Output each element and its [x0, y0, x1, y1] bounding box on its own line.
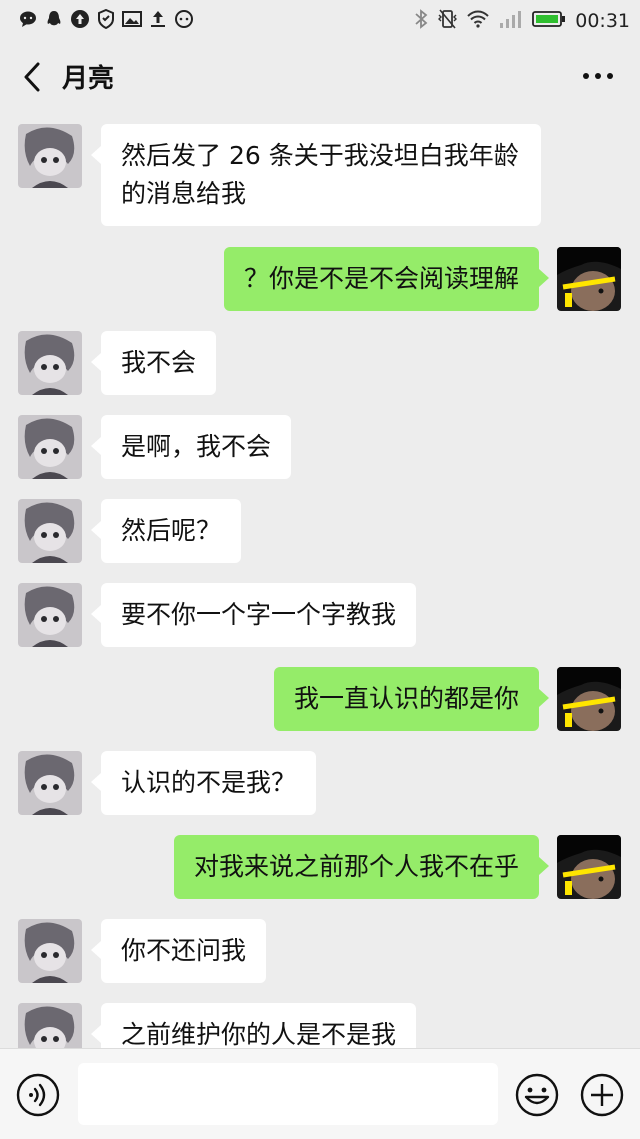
signal-icon — [499, 9, 523, 33]
status-time: 00:31 — [575, 10, 630, 32]
message-bubble-received[interactable]: 认识的不是我？ — [90, 751, 317, 815]
upload-circle-icon — [70, 9, 90, 29]
chevron-left-icon — [24, 62, 40, 92]
chat-title: 月亮 — [62, 64, 115, 94]
message-text: 你不还问我 — [121, 936, 247, 965]
chat-bubble-icon — [18, 9, 38, 29]
contact-avatar[interactable] — [18, 751, 82, 815]
contact-avatar[interactable] — [18, 331, 82, 395]
voice-button[interactable] — [16, 1073, 60, 1117]
message-row: 你不还问我 — [0, 919, 640, 985]
message-text: 然后呢？ — [121, 516, 222, 545]
message-input[interactable] — [78, 1063, 498, 1125]
message-list[interactable]: 然后发了 26 条关于我没坦白我年龄的消息给我 ？你是不是不会阅读理解 我不会 … — [0, 112, 640, 1048]
message-row: ？你是不是不会阅读理解 — [0, 247, 640, 313]
message-text: 我不会 — [121, 348, 197, 377]
shield-icon — [96, 9, 116, 29]
contact-avatar[interactable] — [18, 583, 82, 647]
voice-icon — [16, 1073, 60, 1117]
message-row: 我不会 — [0, 331, 640, 397]
contact-avatar[interactable] — [18, 499, 82, 563]
message-row: 然后发了 26 条关于我没坦白我年龄的消息给我 — [0, 124, 640, 228]
message-bubble-sent[interactable]: 对我来说之前那个人我不在乎 — [173, 835, 550, 899]
message-bubble-received[interactable]: 是啊，我不会 — [90, 415, 292, 479]
message-row: 要不你一个字一个字教我 — [0, 583, 640, 649]
message-text: 认识的不是我？ — [121, 768, 297, 797]
message-text: 对我来说之前那个人我不在乎 — [193, 852, 519, 881]
emoji-icon — [515, 1073, 559, 1117]
contact-avatar[interactable] — [18, 415, 82, 479]
my-avatar[interactable] — [557, 667, 621, 731]
message-row: 对我来说之前那个人我不在乎 — [0, 835, 640, 901]
notification-icons — [18, 9, 194, 29]
message-bubble-received[interactable]: 然后呢？ — [90, 499, 242, 563]
more-button[interactable] — [578, 58, 618, 94]
vibrate-icon — [437, 8, 458, 34]
battery-icon — [532, 10, 566, 32]
chat-header: 月亮 — [0, 40, 640, 112]
message-text: 要不你一个字一个字教我 — [121, 600, 397, 629]
my-avatar[interactable] — [557, 835, 621, 899]
message-text: 是啊，我不会 — [121, 432, 272, 461]
message-text: 我一直认识的都是你 — [293, 684, 519, 713]
bluetooth-icon — [414, 8, 428, 34]
message-row: 然后呢？ — [0, 499, 640, 565]
message-bubble-sent[interactable]: 我一直认识的都是你 — [273, 667, 550, 731]
contact-avatar[interactable] — [18, 1003, 82, 1048]
contact-avatar[interactable] — [18, 919, 82, 983]
message-bubble-received[interactable]: 你不还问我 — [90, 919, 267, 983]
qq-icon — [44, 9, 64, 29]
message-row: 之前维护你的人是不是我 — [0, 1003, 640, 1048]
message-row: 认识的不是我？ — [0, 751, 640, 817]
message-text: 然后发了 26 条关于我没坦白我年龄的消息给我 — [121, 141, 519, 208]
message-row: 我一直认识的都是你 — [0, 667, 640, 733]
message-text: ？你是不是不会阅读理解 — [243, 264, 519, 293]
system-icons: 00:31 — [414, 8, 630, 34]
ring-icon — [174, 9, 194, 29]
status-bar: 00:31 — [0, 0, 640, 40]
message-bubble-sent[interactable]: ？你是不是不会阅读理解 — [223, 247, 550, 311]
more-functions-button[interactable] — [580, 1073, 624, 1117]
message-bubble-received[interactable]: 然后发了 26 条关于我没坦白我年龄的消息给我 — [91, 124, 541, 226]
message-bubble-received[interactable]: 要不你一个字一个字教我 — [90, 583, 417, 647]
message-text: 之前维护你的人是不是我 — [121, 1020, 397, 1048]
emoji-button[interactable] — [515, 1073, 559, 1117]
my-avatar[interactable] — [557, 247, 621, 311]
message-row: 是啊，我不会 — [0, 415, 640, 481]
input-bar — [0, 1048, 640, 1139]
plus-icon — [580, 1073, 624, 1117]
more-dots-icon — [583, 73, 613, 79]
back-button[interactable] — [16, 58, 50, 96]
message-bubble-received[interactable]: 之前维护你的人是不是我 — [90, 1003, 417, 1048]
image-icon — [122, 9, 142, 29]
contact-avatar[interactable] — [18, 124, 82, 188]
wifi-icon — [466, 9, 490, 33]
upload-arrow-icon — [148, 9, 168, 29]
message-bubble-received[interactable]: 我不会 — [90, 331, 217, 395]
